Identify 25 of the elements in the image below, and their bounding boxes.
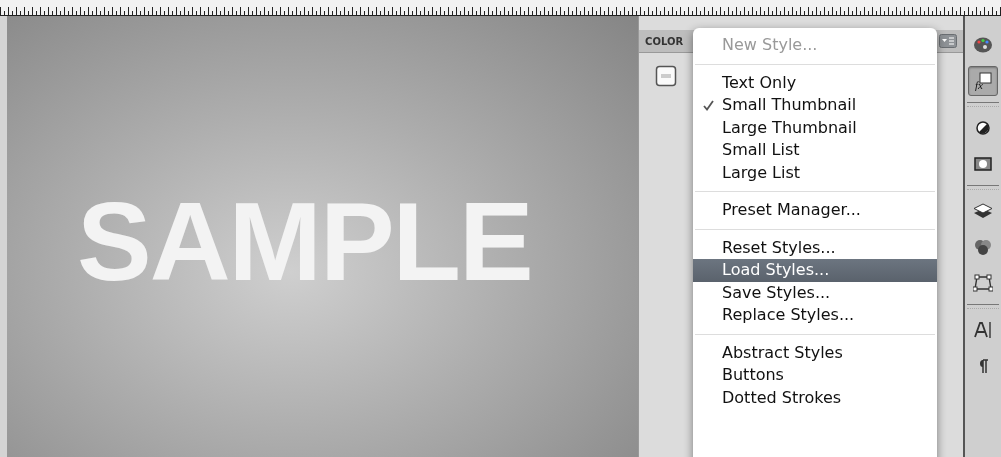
menu-item[interactable]: Large List — [693, 161, 937, 184]
menu-item[interactable]: Replace Styles... — [693, 304, 937, 327]
half-circle-icon — [976, 121, 990, 135]
type-cursor-icon — [973, 321, 993, 339]
menu-item[interactable]: Abstract Styles — [693, 341, 937, 364]
palette-icon — [973, 36, 993, 54]
pilcrow-icon — [977, 358, 989, 374]
mask-icon — [974, 157, 992, 171]
menu-item[interactable]: Preset Manager... — [693, 199, 937, 222]
menu-item[interactable]: Reset Styles... — [693, 236, 937, 259]
style-swatch-icon[interactable] — [655, 65, 678, 87]
menu-item[interactable]: Dotted Strokes — [693, 386, 937, 409]
menu-item[interactable]: Buttons — [693, 364, 937, 387]
menu-item[interactable]: Small List — [693, 139, 937, 162]
menu-item[interactable]: Text Only — [693, 71, 937, 94]
menu-item[interactable]: Save Styles... — [693, 281, 937, 304]
menu-item[interactable]: Large Thumbnail — [693, 116, 937, 139]
panel-menu-icon[interactable] — [939, 34, 957, 48]
menu-item[interactable]: Load Styles... — [693, 259, 937, 282]
layers-icon — [973, 202, 993, 220]
channels-icon — [973, 238, 993, 256]
path-icon — [973, 274, 993, 292]
panel-tab[interactable]: COLOR — [645, 35, 684, 47]
menu-item[interactable]: Small Thumbnail — [693, 94, 937, 117]
canvas-text: SAMPLE — [77, 185, 532, 298]
